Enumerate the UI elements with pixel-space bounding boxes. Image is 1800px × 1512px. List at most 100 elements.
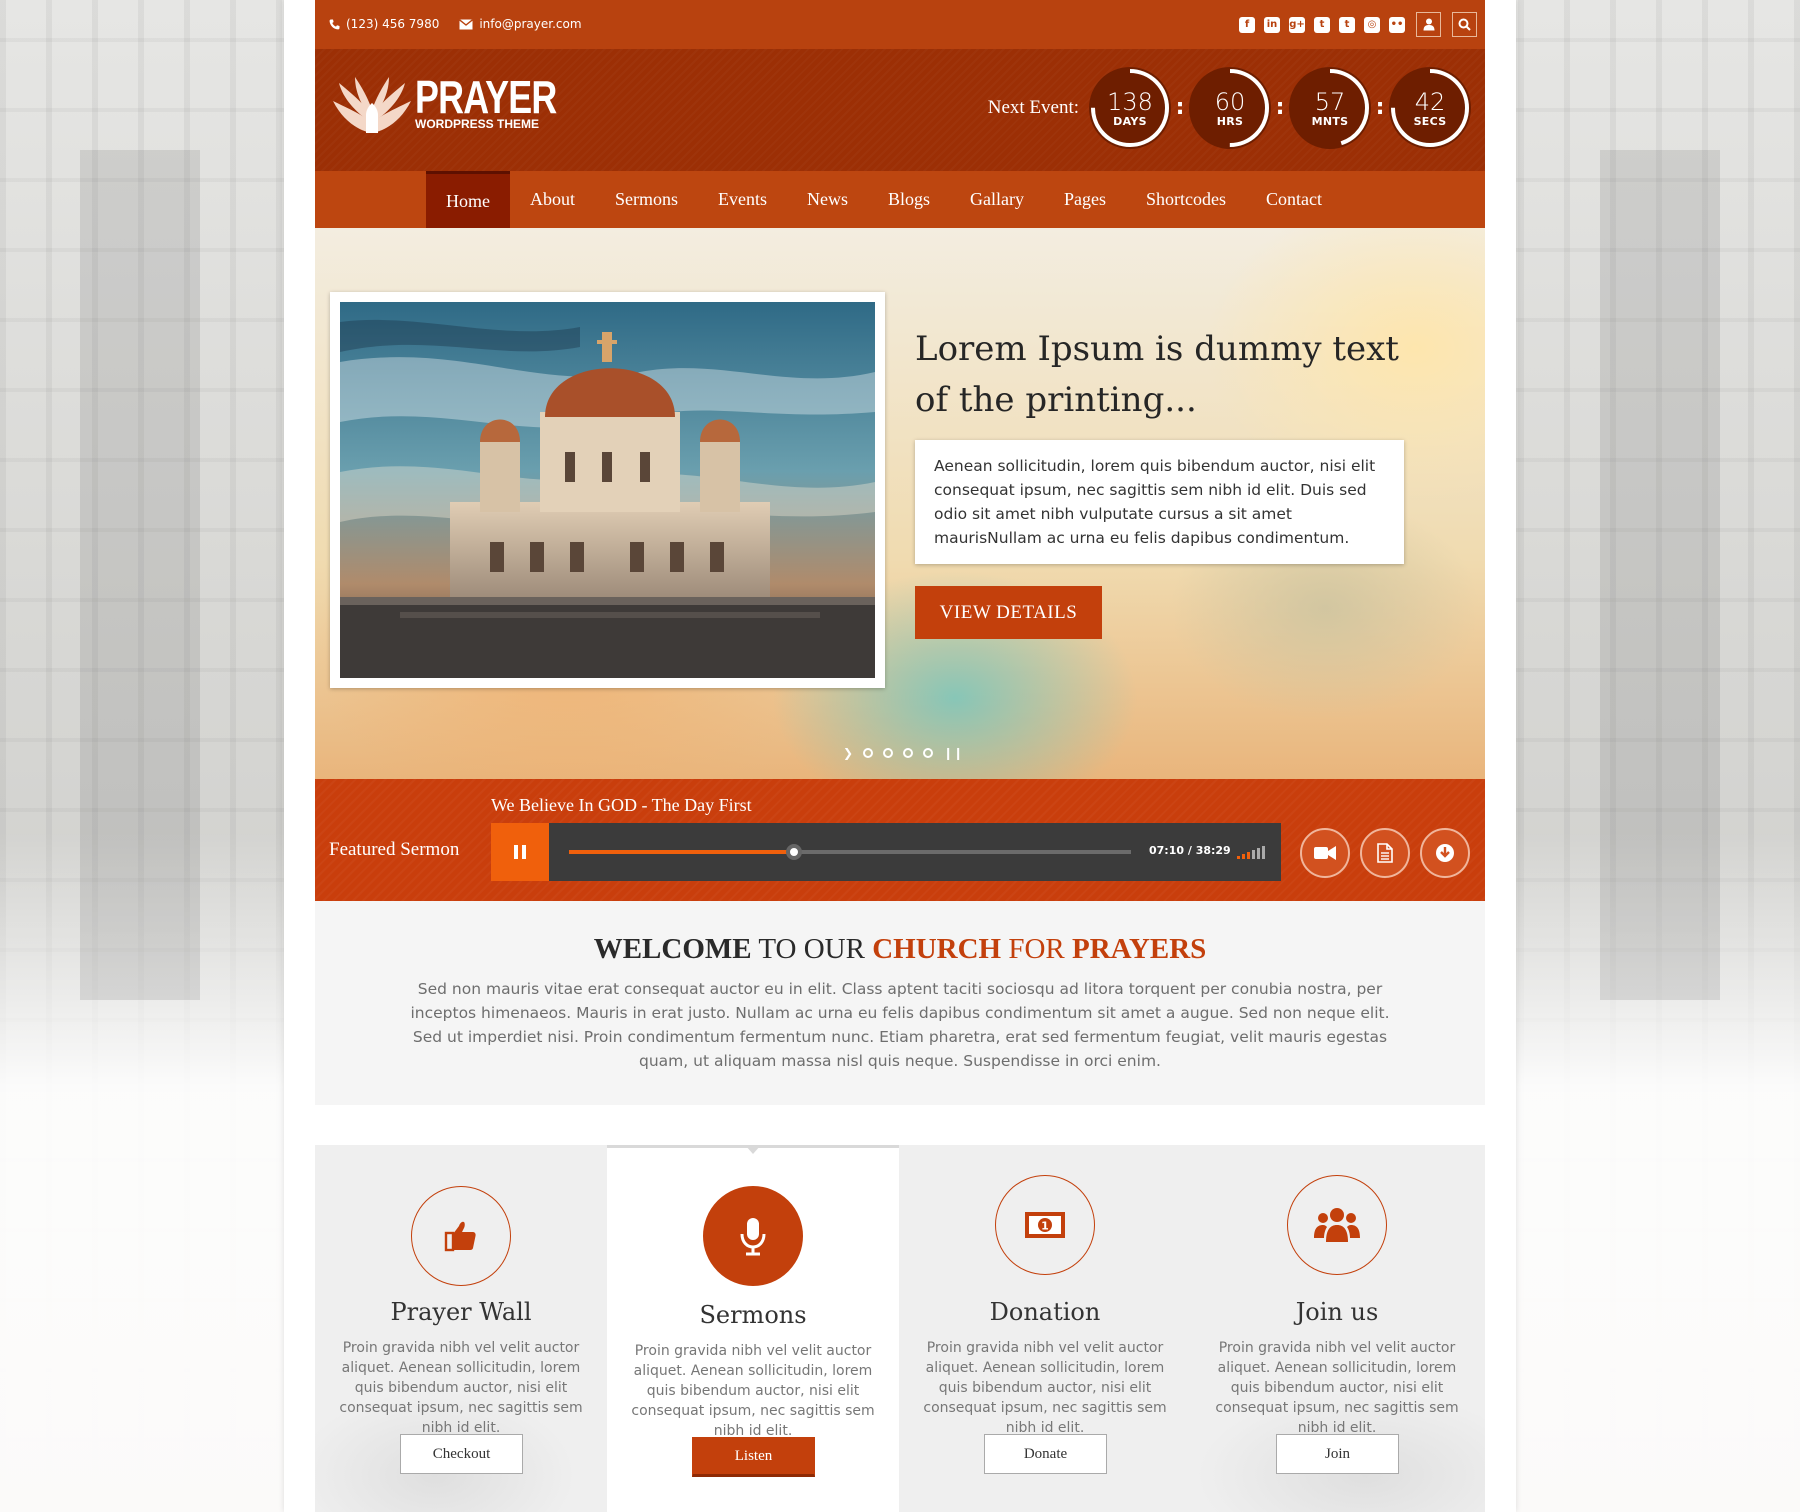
search-button[interactable] bbox=[1452, 12, 1477, 37]
feature-icon-circle[interactable]: 1 bbox=[995, 1175, 1095, 1275]
twitter-icon[interactable]: t bbox=[1314, 16, 1330, 33]
envelope-icon bbox=[459, 18, 474, 29]
checkout-button[interactable]: Checkout bbox=[400, 1434, 523, 1474]
facebook-icon[interactable]: f bbox=[1239, 16, 1255, 33]
notes-button[interactable] bbox=[1360, 828, 1410, 878]
main-navigation: Home About Sermons Events News Blogs Gallary Pa… bbox=[315, 171, 1485, 228]
feature-join-us: Join us Proin gravida nibh vel velit auc… bbox=[1191, 1145, 1483, 1512]
countdown-unit: MNTS bbox=[1311, 114, 1349, 128]
next-event-label: Next Event: bbox=[987, 97, 1079, 118]
microphone-icon bbox=[740, 1218, 766, 1256]
feature-text: Proin gravida nibh vel velit auctor aliq… bbox=[631, 1343, 875, 1439]
countdown-dials: 138 DAYS:60 HRS:57 MNTS:42 SECS bbox=[1089, 67, 1471, 149]
nav-item-home[interactable]: Home bbox=[426, 171, 510, 228]
join-button[interactable]: Join bbox=[1276, 1434, 1399, 1474]
listen-button[interactable]: Listen bbox=[692, 1437, 815, 1477]
linkedin-icon[interactable]: in bbox=[1264, 16, 1280, 33]
playback-time: 07:10 / 38:29 bbox=[1149, 844, 1231, 857]
active-indicator bbox=[745, 1145, 761, 1154]
play-pause-button[interactable] bbox=[491, 823, 549, 881]
top-bar: (123) 456 7980 info@prayer.com f in g+ t… bbox=[315, 0, 1485, 49]
countdown-value: 57 bbox=[1314, 87, 1346, 116]
donate-button[interactable]: Donate bbox=[984, 1434, 1107, 1474]
countdown-value: 42 bbox=[1414, 87, 1446, 116]
feature-sermons: Sermons Proin gravida nibh vel velit auc… bbox=[607, 1145, 899, 1512]
feature-icon-circle[interactable] bbox=[1287, 1175, 1387, 1275]
nav-item-contact[interactable]: Contact bbox=[1246, 171, 1342, 228]
audio-player: 07:10 / 38:29 bbox=[491, 823, 1281, 881]
nav-item-pages[interactable]: Pages bbox=[1044, 171, 1126, 228]
sermon-title[interactable]: We Believe In GOD - The Day First bbox=[491, 795, 752, 816]
pause-icon bbox=[514, 845, 526, 859]
welcome-heading-word-5: PRAYERS bbox=[1072, 933, 1207, 965]
featured-sermon-bar: Featured Sermon We Believe In GOD - The … bbox=[315, 779, 1485, 901]
search-icon bbox=[1458, 18, 1471, 31]
phone-contact[interactable]: (123) 456 7980 bbox=[329, 17, 439, 31]
page-container: (123) 456 7980 info@prayer.com f in g+ t… bbox=[284, 0, 1516, 1512]
phone-number: (123) 456 7980 bbox=[346, 17, 440, 31]
nav-item-sermons[interactable]: Sermons bbox=[595, 171, 698, 228]
welcome-heading-word-4: FOR bbox=[1001, 933, 1072, 965]
countdown-unit: HRS bbox=[1216, 114, 1244, 128]
email-contact[interactable]: info@prayer.com bbox=[459, 17, 582, 31]
feature-icon-circle[interactable] bbox=[703, 1186, 803, 1286]
cathedral-photo bbox=[330, 292, 885, 688]
nav-menu: Home About Sermons Events News Blogs Gallary Pa… bbox=[426, 171, 1342, 228]
feature-title: Prayer Wall bbox=[390, 1298, 532, 1326]
nav-item-gallary[interactable]: Gallary bbox=[950, 171, 1044, 228]
countdown-value: 60 bbox=[1214, 87, 1246, 116]
nav-item-about[interactable]: About bbox=[510, 171, 595, 228]
slider-next-icon[interactable]: ❯ bbox=[843, 746, 853, 760]
welcome-heading-word-1: WELCOME bbox=[593, 933, 752, 965]
logo-title: PRAYER bbox=[415, 71, 557, 123]
nav-item-news[interactable]: News bbox=[787, 171, 868, 228]
tumblr-icon[interactable]: t bbox=[1339, 16, 1355, 33]
countdown-separator: : bbox=[1275, 94, 1285, 120]
slider-dot[interactable] bbox=[923, 748, 934, 758]
features-section: Prayer Wall Proin gravida nibh vel velit… bbox=[315, 1145, 1485, 1512]
view-details-button[interactable]: VIEW DETAILS bbox=[915, 586, 1102, 639]
site-header: PRAYER WORDPRESS THEME Next Event: 138 DA… bbox=[315, 49, 1485, 171]
document-icon bbox=[1377, 843, 1393, 863]
progress-handle[interactable] bbox=[785, 844, 802, 860]
thumbs-up-icon bbox=[444, 1221, 476, 1252]
download-button[interactable] bbox=[1420, 828, 1470, 878]
progress-track[interactable] bbox=[569, 844, 1131, 860]
cathedral-image bbox=[340, 302, 875, 678]
hero-description: Aenean sollicitudin, lorem quis bibendum… bbox=[915, 440, 1404, 564]
slider-pause-icon[interactable]: ❙❙ bbox=[943, 746, 963, 760]
feature-icon-circle[interactable] bbox=[411, 1186, 511, 1286]
flickr-icon[interactable]: •• bbox=[1389, 16, 1405, 33]
countdown-secs: 42 SECS bbox=[1389, 67, 1471, 149]
feature-donation: 1 Donation Proin gravida nibh vel velit … bbox=[899, 1145, 1191, 1512]
countdown-unit: DAYS bbox=[1113, 114, 1147, 128]
google-plus-icon[interactable]: g+ bbox=[1289, 16, 1305, 33]
logo-text: PRAYER WORDPRESS THEME bbox=[415, 71, 596, 131]
instagram-icon[interactable]: ◎ bbox=[1364, 16, 1380, 33]
nav-item-shortcodes[interactable]: Shortcodes bbox=[1126, 171, 1246, 228]
welcome-section: WELCOME TO OUR CHURCH FOR PRAYERS Sed no… bbox=[315, 901, 1485, 1105]
volume-bars-icon[interactable] bbox=[1237, 845, 1265, 859]
countdown-hrs: 60 HRS bbox=[1189, 67, 1271, 149]
welcome-text: Sed non mauris vitae erat consequat auct… bbox=[410, 980, 1390, 1070]
background-tower-left bbox=[80, 150, 200, 1000]
video-button[interactable] bbox=[1300, 828, 1350, 878]
feature-title: Donation bbox=[989, 1298, 1101, 1326]
countdown-value: 138 bbox=[1107, 87, 1153, 116]
video-camera-icon bbox=[1314, 846, 1336, 860]
site-logo[interactable]: PRAYER WORDPRESS THEME bbox=[329, 71, 596, 135]
countdown-unit: SECS bbox=[1413, 114, 1447, 128]
next-event-countdown: Next Event: 138 DAYS:60 HRS:57 MNTS:42 SECS bbox=[988, 67, 1471, 149]
slider-dot[interactable] bbox=[883, 748, 894, 758]
welcome-heading: WELCOME TO OUR CHURCH FOR PRAYERS bbox=[315, 933, 1485, 966]
countdown-separator: : bbox=[1175, 94, 1185, 120]
nav-item-blogs[interactable]: Blogs bbox=[868, 171, 950, 228]
slider-dot[interactable] bbox=[903, 748, 914, 758]
feature-title: Join us bbox=[1295, 1298, 1379, 1326]
nav-item-events[interactable]: Events bbox=[698, 171, 787, 228]
user-account-button[interactable] bbox=[1416, 12, 1441, 37]
welcome-heading-word-3: CHURCH bbox=[872, 933, 1002, 965]
slider-dot[interactable] bbox=[863, 748, 874, 758]
countdown-mnts: 57 MNTS bbox=[1289, 67, 1371, 149]
countdown-days: 138 DAYS bbox=[1089, 67, 1171, 149]
